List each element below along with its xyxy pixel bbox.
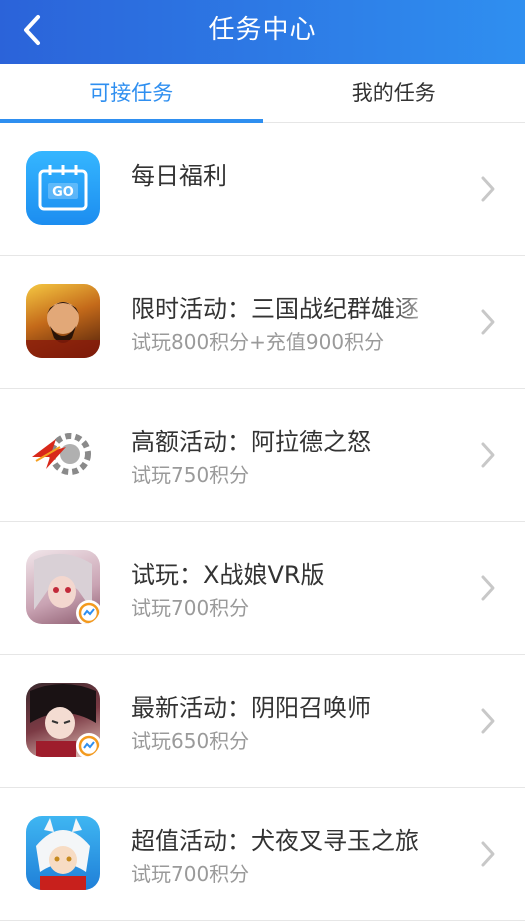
daily-go-icon: GO bbox=[26, 151, 100, 225]
task-title: 每日福利 bbox=[131, 156, 449, 191]
game-icon-alade bbox=[26, 417, 100, 491]
task-row-daily[interactable]: GO 每日福利 bbox=[0, 123, 525, 256]
task-reward: 试玩700积分 bbox=[131, 592, 249, 621]
task-row-xzhanniang[interactable]: 试玩：X战娘VR版 试玩700积分 bbox=[0, 522, 525, 655]
page-title: 任务中心 bbox=[0, 0, 525, 60]
chevron-right-icon bbox=[479, 175, 497, 203]
chevron-right-icon bbox=[479, 308, 497, 336]
task-title: 高额活动：阿拉德之怒 bbox=[131, 422, 449, 457]
task-row-inuyasha[interactable]: 超值活动：犬夜叉寻玉之旅 试玩700积分 bbox=[0, 788, 525, 921]
tab-bar: 可接任务 我的任务 bbox=[0, 64, 525, 123]
chevron-right-icon bbox=[479, 707, 497, 735]
task-title: 试玩：X战娘VR版 bbox=[131, 555, 449, 590]
task-reward: 试玩800积分+充值900积分 bbox=[131, 326, 384, 355]
game-center-badge-icon bbox=[76, 733, 100, 757]
title-fade bbox=[389, 286, 453, 322]
task-title: 最新活动：阴阳召唤师 bbox=[131, 688, 449, 723]
task-row-yinyang[interactable]: 最新活动：阴阳召唤师 试玩650积分 bbox=[0, 655, 525, 788]
tab-label: 我的任务 bbox=[352, 81, 436, 105]
task-row-sanguo[interactable]: 限时活动：三国战纪群雄逐 试玩800积分+充值900积分 bbox=[0, 256, 525, 389]
game-icon-inuyasha bbox=[26, 816, 100, 890]
task-title: 超值活动：犬夜叉寻玉之旅 bbox=[131, 821, 449, 856]
tab-available-tasks[interactable]: 可接任务 bbox=[0, 64, 263, 122]
app-header: 任务中心 bbox=[0, 0, 525, 64]
task-reward: 试玩650积分 bbox=[131, 725, 249, 754]
chevron-right-icon bbox=[479, 574, 497, 602]
task-list: GO 每日福利 限时活动：三国战纪群雄逐 试玩800积分+充值900积分 bbox=[0, 123, 525, 921]
chevron-right-icon bbox=[479, 441, 497, 469]
task-row-alade[interactable]: 高额活动：阿拉德之怒 试玩750积分 bbox=[0, 389, 525, 522]
game-icon-yinyang bbox=[26, 683, 100, 757]
chevron-right-icon bbox=[479, 840, 497, 868]
task-reward: 试玩750积分 bbox=[131, 459, 249, 488]
game-center-badge-icon bbox=[76, 600, 100, 624]
task-reward: 试玩700积分 bbox=[131, 858, 249, 887]
game-icon-xzhanniang bbox=[26, 550, 100, 624]
svg-text:GO: GO bbox=[52, 185, 74, 200]
tab-label: 可接任务 bbox=[89, 81, 173, 105]
tab-my-tasks[interactable]: 我的任务 bbox=[263, 64, 525, 122]
game-icon-sanguo bbox=[26, 284, 100, 358]
